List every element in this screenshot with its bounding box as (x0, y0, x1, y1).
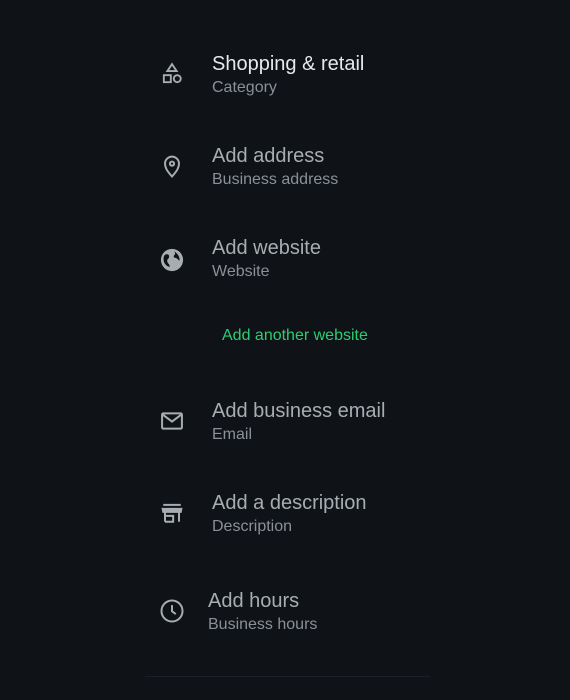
category-subtitle: Category (212, 79, 277, 96)
category-title: Shopping & retail (212, 53, 365, 75)
hours-row[interactable]: Add hours Business hours (150, 589, 450, 659)
category-shapes-icon (156, 58, 188, 90)
clock-icon (156, 595, 188, 627)
address-title: Add address (212, 145, 325, 167)
address-row[interactable]: Add address Business address (150, 144, 450, 214)
address-subtitle: Business address (212, 171, 339, 188)
bottom-divider (145, 676, 430, 677)
description-row[interactable]: Add a description Description (150, 491, 450, 561)
location-pin-icon (156, 150, 188, 182)
category-row[interactable]: Shopping & retail Category (150, 52, 450, 122)
description-subtitle: Description (212, 518, 293, 535)
email-title: Add business email (212, 400, 386, 422)
hours-subtitle: Business hours (208, 616, 318, 633)
globe-icon (156, 244, 188, 276)
website-subtitle: Website (212, 263, 270, 280)
store-icon (156, 497, 188, 529)
envelope-icon (156, 405, 188, 437)
email-row[interactable]: Add business email Email (150, 399, 450, 469)
email-subtitle: Email (212, 426, 253, 443)
website-row[interactable]: Add website Website (150, 236, 450, 306)
website-title: Add website (212, 237, 321, 259)
add-another-website-link[interactable]: Add another website (222, 326, 368, 346)
hours-title: Add hours (208, 590, 300, 612)
description-title: Add a description (212, 492, 367, 514)
